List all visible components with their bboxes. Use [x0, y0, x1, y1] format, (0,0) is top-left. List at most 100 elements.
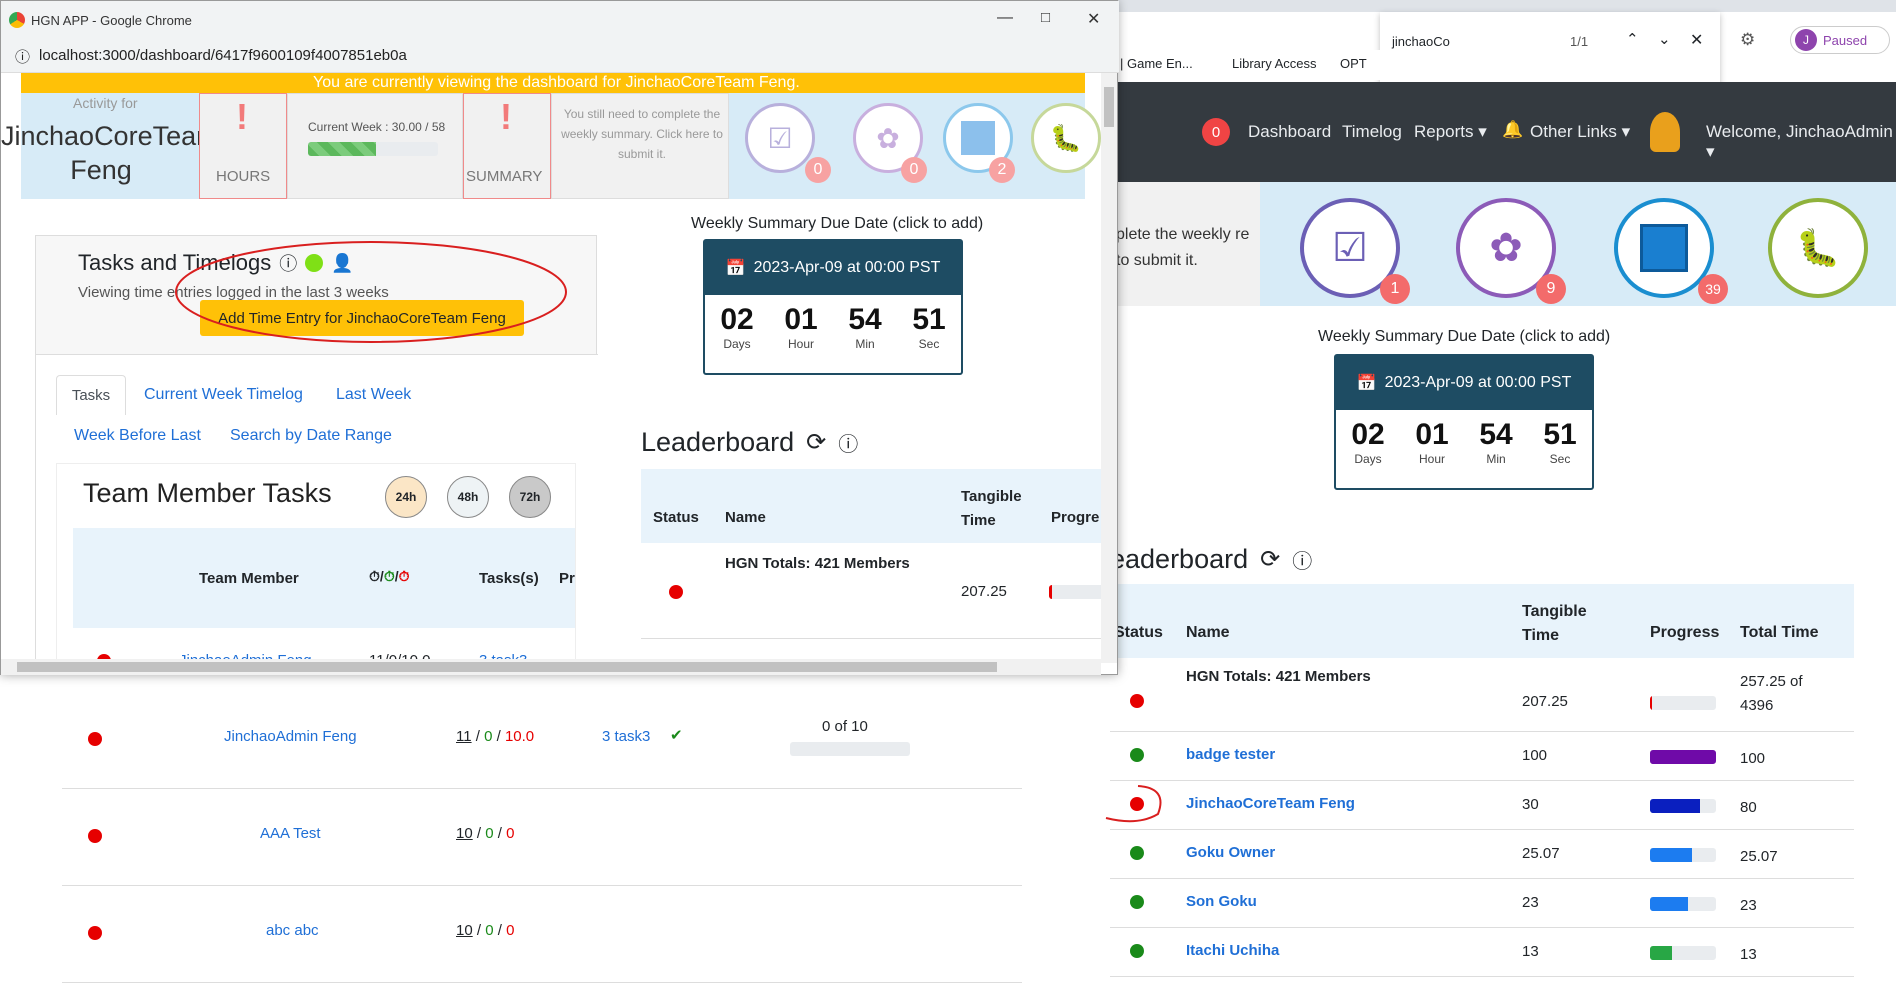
nav-reports[interactable]: Reports ▾	[1414, 122, 1487, 142]
tab-current-week-timelog[interactable]: Current Week Timelog	[144, 386, 303, 404]
status-dot	[1130, 694, 1144, 708]
table-row: abc abc 10 / 0 / 0	[62, 886, 1022, 983]
info-icon[interactable]: ⓘ	[838, 428, 858, 457]
filter-48h-button[interactable]: 48h	[447, 476, 489, 518]
totals-name: HGN Totals: 421 Members	[725, 555, 910, 572]
table-row: HGN Totals: 421 Members 207.25 257.25 of…	[1110, 658, 1854, 732]
leaderboard-heading: Leaderboard ⟳ ⓘ	[641, 427, 858, 458]
maximize-icon[interactable]: □	[1041, 9, 1050, 26]
window-title: HGN APP - Google Chrome	[31, 13, 192, 28]
member-tasks-link[interactable]: 3 task3	[602, 728, 650, 745]
task-progress-bar	[790, 742, 910, 757]
tab-tasks[interactable]: Tasks	[56, 375, 126, 415]
leaderboard-header: Status Name Tangible Time Progre	[641, 469, 1101, 543]
info-icon[interactable]: ⓘ	[15, 46, 30, 67]
member-link[interactable]: badge tester	[1186, 746, 1275, 763]
bookmark-item[interactable]: | Game En...	[1120, 56, 1193, 71]
weekly-summary-countdown[interactable]: 📅 2023-Apr-09 at 00:00 PST 02 Days 01 Hour …	[703, 239, 963, 375]
refresh-icon[interactable]: ⟳	[806, 428, 826, 457]
viewing-banner: You are currently viewing the dashboard …	[21, 73, 1085, 93]
countdown-hours-label: Hour	[787, 337, 814, 351]
nav-timelog[interactable]: Timelog	[1342, 122, 1402, 142]
progress-fill	[1650, 696, 1652, 711]
table-row: AAA Test 10 / 0 / 0	[62, 789, 1022, 886]
table-row: JinchaoAdmin Feng 11 / 0 / 10.0 3 task3 ✔…	[62, 692, 1022, 789]
summary-reminder[interactable]: plete the weekly re to submit it.	[1110, 182, 1260, 306]
col-progress: Pr	[559, 570, 575, 587]
total-time: 25.07	[1740, 848, 1778, 865]
member-link[interactable]: Son Goku	[1186, 893, 1257, 910]
find-close-icon[interactable]: ✕	[1690, 30, 1703, 50]
weekly-summary-due-label[interactable]: Weekly Summary Due Date (click to add)	[1318, 328, 1610, 346]
tangible-time: 100	[1522, 747, 1548, 764]
dashboard-header-row: Activity for JinchaoCoreTeam Feng ! HOUR…	[1, 93, 1101, 199]
bell-icon[interactable]: 🔔	[1502, 120, 1523, 140]
hours-label: HOURS	[216, 168, 271, 185]
summary-card[interactable]: ! SUMMARY	[463, 93, 551, 199]
url-text[interactable]: localhost:3000/dashboard/6417f9600109f40…	[39, 47, 407, 64]
member-link[interactable]: Itachi Uchiha	[1186, 942, 1279, 959]
find-bar: jinchaoCo 1/1 ⌃ ⌄ ✕	[1380, 12, 1720, 92]
bookmark-item[interactable]: Library Access	[1232, 56, 1317, 71]
table-row: HGN Totals: 421 Members 207.25	[641, 543, 1101, 639]
weekly-summary-countdown[interactable]: 📅 2023-Apr-09 at 00:00 PST 02 Days 01 Hour …	[1334, 354, 1594, 490]
countdown-sec-label: Sec	[918, 337, 940, 351]
col-tangible-time: Tangible Time	[961, 488, 1022, 529]
info-icon[interactable]: ⓘ	[1292, 545, 1312, 574]
tab-search-by-date-range[interactable]: Search by Date Range	[230, 427, 392, 445]
red-annotation-oval	[175, 241, 567, 343]
filter-72h-button[interactable]: 72h	[509, 476, 551, 518]
horizontal-scrollbar[interactable]	[1, 659, 1101, 675]
report-app-bug-icon[interactable]: 🐛	[1768, 198, 1868, 298]
scrollbar-thumb[interactable]	[17, 662, 997, 672]
minimize-icon[interactable]: —	[997, 9, 1013, 27]
table-row: badge tester 100 100	[1110, 732, 1854, 781]
countdown-cell: 01 Hour	[784, 303, 817, 351]
nav-welcome[interactable]: Welcome, JinchaoAdmin ▾	[1706, 122, 1896, 162]
task-progress: 0 of 10	[822, 718, 868, 735]
notification-count-badge[interactable]: 0	[1202, 118, 1230, 146]
progress-bar	[1650, 696, 1716, 711]
vertical-scrollbar[interactable]	[1101, 73, 1117, 663]
team-tasks-title: Team Member Tasks	[83, 478, 332, 508]
close-icon[interactable]: ✕	[1087, 9, 1100, 29]
member-link[interactable]: Goku Owner	[1186, 844, 1275, 861]
find-input[interactable]: jinchaoCo	[1392, 34, 1450, 49]
tab-last-week[interactable]: Last Week	[336, 386, 411, 404]
report-app-bug-icon[interactable]: 🐛	[1031, 103, 1101, 173]
leaderboard-title: Leaderboard	[641, 427, 795, 457]
find-prev-icon[interactable]: ⌃	[1626, 30, 1639, 48]
nav-dashboard[interactable]: Dashboard	[1248, 122, 1331, 142]
bookmark-item[interactable]: OPT	[1340, 56, 1367, 71]
countdown-sec: 51	[912, 303, 946, 336]
address-bar[interactable]: ⓘ localhost:3000/dashboard/6417f9600109f…	[1, 39, 1119, 73]
tangible-time: 207.25	[1522, 693, 1568, 710]
filter-24h-button[interactable]: 24h	[385, 476, 427, 518]
profile-chip[interactable]: J Paused	[1790, 26, 1890, 54]
background-browser-toolbar: jinchaoCo 1/1 ⌃ ⌄ ✕ ⚙ J Paused	[1380, 12, 1896, 92]
countdown-min: 54	[848, 303, 882, 336]
summary-reminder[interactable]: You still need to complete the weekly su…	[551, 93, 729, 199]
find-next-icon[interactable]: ⌄	[1658, 30, 1671, 48]
summary-reminder-text: You still need to complete the weekly su…	[561, 107, 723, 161]
member-link[interactable]: JinchaoCoreTeam Feng	[1186, 795, 1355, 812]
week-progress-bar	[308, 142, 438, 156]
tab-week-before-last[interactable]: Week Before Last	[74, 427, 201, 445]
nav-other-links[interactable]: Other Links ▾	[1530, 122, 1630, 142]
member-link[interactable]: AAA Test	[260, 825, 321, 842]
member-hours: 10 / 0 / 0	[456, 825, 515, 842]
user-avatar-icon[interactable]	[1650, 112, 1680, 152]
refresh-icon[interactable]: ⟳	[1260, 545, 1280, 574]
member-link[interactable]: JinchaoAdmin Feng	[224, 728, 357, 745]
table-row: JinchaoCoreTeam Feng 30 80	[1110, 781, 1854, 830]
scrollbar-thumb[interactable]	[1104, 87, 1114, 127]
hours-remaining: 0	[506, 922, 515, 939]
member-link[interactable]: abc abc	[266, 922, 319, 939]
hours-card[interactable]: ! HOURS	[199, 93, 287, 199]
countdown-hours: 01	[1415, 418, 1449, 451]
calendar-icon: 📅	[1356, 375, 1377, 392]
total-time: 23	[1740, 897, 1757, 914]
puzzle-extensions-icon[interactable]: ⚙	[1740, 30, 1755, 50]
weekly-summary-due-label[interactable]: Weekly Summary Due Date (click to add)	[691, 215, 983, 233]
tasks-badge-icon[interactable]: ☑	[745, 103, 815, 173]
